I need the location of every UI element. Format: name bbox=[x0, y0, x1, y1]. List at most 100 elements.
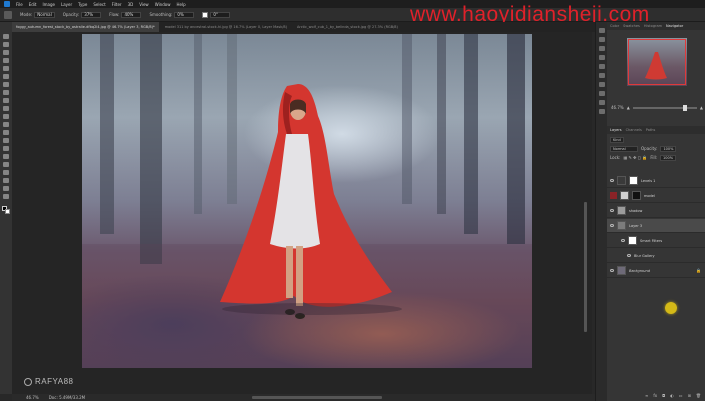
tab-layers[interactable]: Layers bbox=[610, 128, 622, 132]
menu-3d[interactable]: 3D bbox=[128, 2, 134, 7]
layer-row-levels[interactable]: Levels 1 bbox=[607, 174, 705, 188]
layer-row-layer3[interactable]: Layer 3 bbox=[607, 219, 705, 233]
type-tool-icon[interactable] bbox=[3, 162, 9, 167]
lasso-tool-icon[interactable] bbox=[3, 50, 9, 55]
eyedropper-tool-icon[interactable] bbox=[3, 82, 9, 87]
quick-select-tool-icon[interactable] bbox=[3, 58, 9, 63]
color-swatches[interactable] bbox=[2, 206, 10, 216]
layer-row-shadow[interactable]: shadow bbox=[607, 204, 705, 218]
menu-edit[interactable]: Edit bbox=[29, 2, 37, 7]
crop-tool-icon[interactable] bbox=[3, 66, 9, 71]
layer-row-model[interactable]: model bbox=[607, 189, 705, 203]
color-tag-eye-icon[interactable] bbox=[610, 192, 617, 199]
zoom-out-icon[interactable]: ▲ bbox=[627, 106, 630, 110]
background-color[interactable] bbox=[5, 209, 10, 214]
flow-field[interactable]: Flow: 40% bbox=[109, 11, 142, 18]
history-brush-tool-icon[interactable] bbox=[3, 114, 9, 119]
menu-filter[interactable]: Filter bbox=[112, 2, 122, 7]
layer-opacity-input[interactable]: 100% bbox=[660, 146, 677, 152]
adjustment-layer-icon[interactable]: ◐ bbox=[670, 394, 674, 398]
angle-field[interactable]: 0° bbox=[202, 11, 231, 18]
menu-image[interactable]: Image bbox=[42, 2, 55, 7]
delete-layer-icon[interactable]: 🗑 bbox=[696, 394, 701, 398]
smoothing-field[interactable]: Smoothing: 0% bbox=[149, 11, 195, 18]
zoom-in-icon[interactable]: ▲ bbox=[700, 106, 703, 110]
tab-forest-document[interactable]: foggy_autumn_forest_stock_by_astralie-df… bbox=[12, 22, 159, 32]
visibility-eye-icon[interactable] bbox=[627, 254, 631, 257]
horizontal-scrollbar[interactable] bbox=[252, 396, 382, 399]
shape-tool-icon[interactable] bbox=[3, 178, 9, 183]
visibility-eye-icon[interactable] bbox=[610, 179, 614, 182]
info-panel-icon[interactable] bbox=[598, 91, 605, 96]
vertical-scrollbar[interactable] bbox=[584, 202, 587, 332]
tab-model-document[interactable]: model 311 by ancestral-stock-hi.jpg @ 16… bbox=[161, 22, 291, 32]
fx-icon[interactable]: fx bbox=[653, 394, 657, 398]
navigator-zoom-value[interactable]: 46.7% bbox=[611, 106, 624, 110]
paragraph-panel-icon[interactable] bbox=[598, 73, 605, 78]
menu-window[interactable]: Window bbox=[155, 2, 171, 7]
character-panel-icon[interactable] bbox=[598, 64, 605, 69]
eraser-tool-icon[interactable] bbox=[3, 122, 9, 127]
zoom-slider-knob[interactable] bbox=[682, 105, 687, 111]
lock-icons[interactable]: ▦ ✎ ✥ ◻ 🔒 bbox=[623, 156, 647, 160]
menu-select[interactable]: Select bbox=[93, 2, 105, 7]
mode-select[interactable]: Normal bbox=[34, 11, 55, 18]
brush-tool-icon[interactable] bbox=[3, 98, 9, 103]
opacity-field[interactable]: Opacity: 37% bbox=[63, 11, 102, 18]
layer-row-blur-gallery[interactable]: Blur Gallery bbox=[607, 249, 705, 263]
brush-tool-icon[interactable] bbox=[4, 10, 12, 19]
tab-navigator[interactable]: Navigator bbox=[666, 24, 683, 28]
adjustments-panel-icon[interactable] bbox=[598, 46, 605, 51]
properties-panel-icon[interactable] bbox=[598, 37, 605, 42]
visibility-eye-icon[interactable] bbox=[610, 224, 614, 227]
tab-color[interactable]: Color bbox=[610, 24, 619, 28]
layer-row-smart-filters[interactable]: Smart Filters bbox=[607, 234, 705, 248]
libraries-panel-icon[interactable] bbox=[598, 55, 605, 60]
menu-file[interactable]: File bbox=[16, 2, 23, 7]
angle-input[interactable]: 0° bbox=[210, 11, 231, 18]
dodge-tool-icon[interactable] bbox=[3, 146, 9, 151]
blur-tool-icon[interactable] bbox=[3, 138, 9, 143]
new-layer-icon[interactable]: ⊞ bbox=[688, 394, 691, 398]
zoom-tool-icon[interactable] bbox=[3, 194, 9, 199]
navigator-view-box[interactable] bbox=[628, 39, 686, 85]
history-panel-icon[interactable] bbox=[598, 28, 605, 33]
visibility-eye-icon[interactable] bbox=[610, 269, 614, 272]
stamp-tool-icon[interactable] bbox=[3, 106, 9, 111]
navigator-zoom-slider[interactable] bbox=[632, 105, 697, 111]
menu-layer[interactable]: Layer bbox=[61, 2, 72, 7]
visibility-eye-icon[interactable] bbox=[621, 239, 625, 242]
move-tool-icon[interactable] bbox=[3, 34, 9, 39]
timeline-panel-icon[interactable] bbox=[598, 109, 605, 114]
smoothing-input[interactable]: 0% bbox=[174, 11, 195, 18]
tab-channels[interactable]: Channels bbox=[626, 128, 642, 132]
tab-wolf-document[interactable]: Arctic_wolf_cub_1_by_belinda_stock.jpg @… bbox=[293, 22, 402, 32]
tab-histogram[interactable]: Histogram bbox=[644, 24, 662, 28]
path-select-tool-icon[interactable] bbox=[3, 170, 9, 175]
menu-type[interactable]: Type bbox=[78, 2, 87, 7]
gradient-tool-icon[interactable] bbox=[3, 130, 9, 135]
glyphs-panel-icon[interactable] bbox=[598, 100, 605, 105]
pen-tool-icon[interactable] bbox=[3, 154, 9, 159]
marquee-tool-icon[interactable] bbox=[3, 42, 9, 47]
visibility-eye-icon[interactable] bbox=[610, 209, 614, 212]
mode-field[interactable]: Mode: Normal bbox=[20, 11, 55, 18]
opacity-input[interactable]: 37% bbox=[81, 11, 102, 18]
tab-swatches[interactable]: Swatches bbox=[623, 24, 640, 28]
menu-view[interactable]: View bbox=[139, 2, 149, 7]
new-group-icon[interactable]: ▭ bbox=[679, 394, 683, 398]
add-mask-icon[interactable]: ◘ bbox=[662, 394, 665, 398]
hand-tool-icon[interactable] bbox=[3, 186, 9, 191]
blend-mode-select[interactable]: Normal bbox=[610, 146, 638, 152]
image-canvas[interactable] bbox=[82, 34, 532, 368]
tab-paths[interactable]: Paths bbox=[646, 128, 656, 132]
brush-settings-panel-icon[interactable] bbox=[598, 82, 605, 87]
layer-row-background[interactable]: Background 🔒 bbox=[607, 264, 705, 278]
menu-help[interactable]: Help bbox=[176, 2, 185, 7]
status-zoom[interactable]: 46.7% bbox=[26, 395, 39, 400]
flow-input[interactable]: 40% bbox=[121, 11, 142, 18]
layer-kind-filter[interactable]: Kind bbox=[610, 137, 624, 143]
link-layers-icon[interactable]: ∞ bbox=[645, 394, 648, 398]
healing-tool-icon[interactable] bbox=[3, 90, 9, 95]
fill-input[interactable]: 100% bbox=[660, 155, 677, 161]
